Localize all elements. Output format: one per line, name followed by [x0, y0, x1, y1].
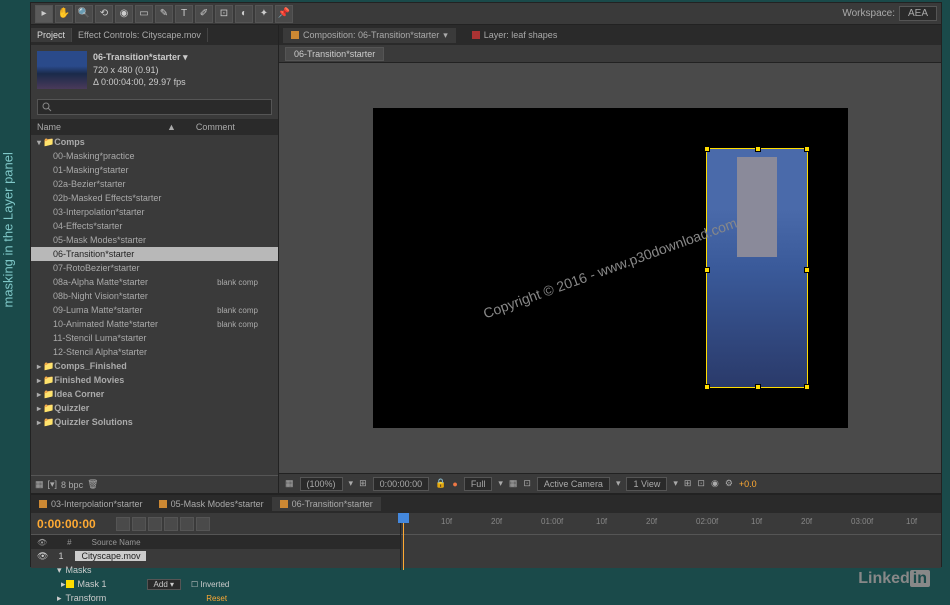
folder-quizzler-solutions[interactable]: ▸📁 Quizzler Solutions — [31, 415, 278, 429]
inverted-checkbox[interactable]: ☐ Inverted — [191, 580, 229, 589]
rect-tool[interactable]: ▭ — [135, 5, 153, 23]
timeline-tab-active[interactable]: 06-Transition*starter — [272, 497, 381, 511]
exposure[interactable]: +0.0 — [739, 479, 757, 489]
project-panel: Project Effect Controls: Cityscape.mov 0… — [31, 25, 279, 493]
comp-info: 06-Transition*starter ▾ 720 x 480 (0.91)… — [31, 45, 278, 95]
playhead[interactable] — [403, 513, 404, 570]
comp-item[interactable]: 08b-Night Vision*starter — [31, 289, 278, 303]
folder-comps[interactable]: ▾📁 Comps — [31, 135, 278, 149]
reset-link[interactable]: Reset — [206, 594, 227, 603]
zoom-level[interactable]: (100%) — [300, 477, 343, 491]
hand-tool[interactable]: ✋ — [55, 5, 73, 23]
selection-tool[interactable]: ▸ — [35, 5, 53, 23]
folder-finished-movies[interactable]: ▸📁 Finished Movies — [31, 373, 278, 387]
comp-duration: Δ 0:00:04:00, 29.97 fps — [93, 76, 188, 89]
rotate-tool[interactable]: ⟲ — [95, 5, 113, 23]
project-tab[interactable]: Project — [31, 28, 72, 42]
tl-btn[interactable] — [148, 517, 162, 531]
comp-dimensions: 720 x 480 (0.91) — [93, 64, 188, 77]
transform-group[interactable]: ▸Transform Reset — [31, 591, 400, 605]
brush-tool[interactable]: ✐ — [195, 5, 213, 23]
composition-viewer[interactable]: Copyright © 2016 - www.p30download.com — [279, 63, 941, 473]
comp-name: 06-Transition*starter ▾ — [93, 51, 188, 64]
search-icon — [42, 102, 52, 112]
mask-selection[interactable] — [706, 148, 808, 388]
folder-quizzler[interactable]: ▸📁 Quizzler — [31, 401, 278, 415]
layer-columns: 👁#Source Name — [31, 535, 400, 549]
pen-tool[interactable]: ✎ — [155, 5, 173, 23]
project-footer: ▦[▾]8 bpc🗑 — [31, 475, 278, 493]
roto-tool[interactable]: ✦ — [255, 5, 273, 23]
timeline-panel: 03-Interpolation*starter 05-Mask Modes*s… — [31, 493, 941, 568]
composition-tab[interactable]: Composition: 06-Transition*starter ▾ — [283, 28, 456, 43]
timecode[interactable]: 0:00:00:00 — [37, 517, 96, 531]
comp-item[interactable]: 07-RotoBezier*starter — [31, 261, 278, 275]
timeline-tab[interactable]: 03-Interpolation*starter — [31, 497, 151, 511]
comp-item-selected[interactable]: 06-Transition*starter — [31, 247, 278, 261]
comp-item[interactable]: 08a-Alpha Matte*starterblank comp — [31, 275, 278, 289]
layer-name[interactable]: Cityscape.mov — [75, 551, 146, 561]
timeline-track-area[interactable]: 10f 20f 01:00f 10f 20f 02:00f 10f 20f 03… — [401, 513, 941, 570]
mask-color-icon — [66, 580, 74, 588]
comp-item[interactable]: 04-Effects*starter — [31, 219, 278, 233]
comp-item[interactable]: 05-Mask Modes*starter — [31, 233, 278, 247]
comp-item[interactable]: 01-Masking*starter — [31, 163, 278, 177]
mask-mode-select[interactable]: Add ▾ — [147, 579, 181, 590]
tl-btn[interactable] — [164, 517, 178, 531]
timeline-tab[interactable]: 05-Mask Modes*starter — [151, 497, 272, 511]
folder-idea-corner[interactable]: ▸📁 Idea Corner — [31, 387, 278, 401]
comp-item[interactable]: 11-Stencil Luma*starter — [31, 331, 278, 345]
comp-item[interactable]: 12-Stencil Alpha*starter — [31, 345, 278, 359]
masks-group[interactable]: ▾Masks — [31, 563, 400, 577]
tl-btn[interactable] — [132, 517, 146, 531]
linkedin-logo: Linkedin — [858, 570, 930, 588]
layer-row[interactable]: 👁1 Cityscape.mov — [31, 549, 400, 563]
tl-btn[interactable] — [196, 517, 210, 531]
comp-item[interactable]: 02a-Bezier*starter — [31, 177, 278, 191]
breadcrumb[interactable]: 06-Transition*starter — [285, 47, 384, 61]
eraser-tool[interactable]: ◐ — [235, 5, 253, 23]
camera-select[interactable]: Active Camera — [537, 477, 610, 491]
puppet-tool[interactable]: 📌 — [275, 5, 293, 23]
canvas[interactable] — [373, 108, 848, 428]
comp-thumbnail — [37, 51, 87, 89]
view-count[interactable]: 1 View — [626, 477, 667, 491]
folder-comps-finished[interactable]: ▸📁 Comps_Finished — [31, 359, 278, 373]
workspace-selector[interactable]: Workspace: AEA — [842, 6, 937, 21]
viewer-time[interactable]: 0:00:00:00 — [373, 477, 430, 491]
layer-tab[interactable]: Layer: leaf shapes — [464, 28, 566, 42]
main-toolbar: ▸ ✋ 🔍 ⟲ ◉ ▭ ✎ T ✐ ⊡ ◐ ✦ 📌 Workspace: AEA — [31, 3, 941, 25]
time-ruler[interactable]: 10f 20f 01:00f 10f 20f 02:00f 10f 20f 03… — [401, 513, 941, 535]
zoom-tool[interactable]: 🔍 — [75, 5, 93, 23]
search-input[interactable] — [37, 99, 272, 115]
comp-item[interactable]: 03-Interpolation*starter — [31, 205, 278, 219]
project-tree: ▾📁 Comps 00-Masking*practice 01-Masking*… — [31, 135, 278, 475]
tl-btn[interactable] — [180, 517, 194, 531]
mask-row[interactable]: ▸ Mask 1 Add ▾ ☐ Inverted — [31, 577, 400, 591]
tl-search[interactable] — [116, 517, 130, 531]
text-tool[interactable]: T — [175, 5, 193, 23]
sidebar-title: masking in the Layer panel — [1, 152, 16, 307]
viewer-controls: ▦ (100%) ▾⊞ 0:00:00:00 🔒● Full ▾▦⊡ Activ… — [279, 473, 941, 493]
comp-item[interactable]: 02b-Masked Effects*starter — [31, 191, 278, 205]
effects-tab[interactable]: Effect Controls: Cityscape.mov — [72, 28, 208, 42]
project-columns: Name ▲ Comment — [31, 119, 278, 135]
app-window: ▸ ✋ 🔍 ⟲ ◉ ▭ ✎ T ✐ ⊡ ◐ ✦ 📌 Workspace: AEA… — [30, 2, 942, 567]
resolution[interactable]: Full — [464, 477, 493, 491]
comp-item[interactable]: 00-Masking*practice — [31, 149, 278, 163]
comp-item[interactable]: 09-Luma Matte*starterblank comp — [31, 303, 278, 317]
stamp-tool[interactable]: ⊡ — [215, 5, 233, 23]
comp-item[interactable]: 10-Animated Matte*starterblank comp — [31, 317, 278, 331]
composition-panel: Composition: 06-Transition*starter ▾ Lay… — [279, 25, 941, 493]
camera-tool[interactable]: ◉ — [115, 5, 133, 23]
